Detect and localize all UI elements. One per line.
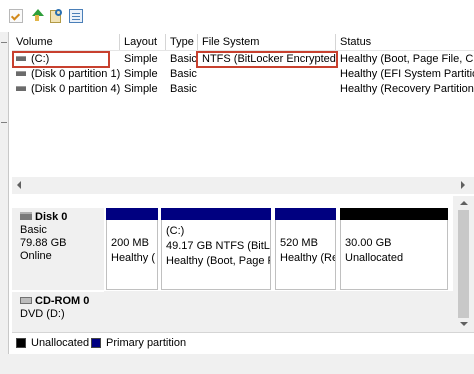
column-header-volume[interactable]: Volume bbox=[12, 34, 120, 50]
legend: Unallocated Primary partition bbox=[12, 332, 474, 354]
type-cell: Basic bbox=[170, 53, 197, 65]
legend-unallocated-label: Unallocated bbox=[31, 337, 90, 349]
volume-name: (Disk 0 partition 1) bbox=[31, 68, 120, 80]
volume-cell: (Disk 0 partition 4) bbox=[12, 82, 120, 97]
drive-icon bbox=[16, 85, 26, 91]
file-system-highlight-box bbox=[196, 51, 338, 68]
disk-name: Disk 0 bbox=[35, 211, 68, 223]
partition-status: Healthy (Boot, Page F bbox=[166, 255, 271, 267]
partition-details: 30.00 GB Unallocated bbox=[340, 220, 448, 290]
partition-status: Healthy ( bbox=[111, 252, 156, 264]
disk-management-window: Volume Layout Type File System Status (C… bbox=[0, 0, 474, 374]
column-header-layout[interactable]: Layout bbox=[120, 34, 166, 50]
hard-disk-icon bbox=[20, 212, 32, 221]
scroll-right-icon[interactable] bbox=[461, 181, 465, 189]
primary-partition-band bbox=[161, 208, 271, 220]
volume-cell: (Disk 0 partition 1) bbox=[12, 67, 120, 82]
partition-details: 200 MB Healthy ( bbox=[106, 220, 158, 290]
disk-type: DVD (D:) bbox=[20, 308, 65, 320]
legend-primary-label: Primary partition bbox=[106, 337, 187, 349]
status-cell: Healthy (Recovery Partition bbox=[340, 83, 474, 95]
unallocated-band bbox=[340, 208, 448, 220]
disk-size: 79.88 GB bbox=[20, 237, 67, 249]
unallocated-swatch bbox=[16, 338, 26, 348]
properties-icon[interactable] bbox=[69, 9, 83, 23]
primary-partition-swatch bbox=[91, 338, 101, 348]
partition-block[interactable]: 520 MB Healthy (Re bbox=[275, 208, 336, 290]
cdrom-area bbox=[104, 291, 462, 336]
navigation-pane-edge bbox=[0, 32, 9, 374]
partition-block[interactable]: (C:) 49.17 GB NTFS (BitLoc Healthy (Boot… bbox=[161, 208, 271, 290]
volume-list-header: Volume Layout Type File System Status bbox=[12, 34, 474, 51]
column-header-type[interactable]: Type bbox=[166, 34, 198, 50]
file-system-cell bbox=[198, 82, 336, 97]
volume-name: (Disk 0 partition 4) bbox=[31, 83, 120, 95]
partition-size: 200 MB bbox=[111, 237, 149, 249]
status-bar bbox=[0, 354, 474, 374]
volume-highlight-box bbox=[12, 51, 110, 68]
partition-drive-letter: (C:) bbox=[166, 225, 185, 237]
status-cell: Healthy (EFI System Partitic bbox=[340, 68, 474, 80]
type-cell: Basic bbox=[170, 68, 197, 80]
scroll-up-icon[interactable] bbox=[460, 201, 468, 205]
cd-drive-icon bbox=[20, 296, 32, 304]
search-page-icon[interactable] bbox=[50, 9, 64, 23]
file-system-cell bbox=[198, 67, 336, 82]
partition-size: 49.17 GB NTFS (BitLoc bbox=[166, 240, 271, 252]
scroll-left-icon[interactable] bbox=[17, 181, 21, 189]
primary-partition-band bbox=[275, 208, 336, 220]
partition-size: 30.00 GB bbox=[345, 237, 392, 249]
layout-cell: Simple bbox=[124, 53, 158, 65]
table-row[interactable]: (Disk 0 partition 4) Simple Basic Health… bbox=[12, 82, 474, 97]
partition-details: (C:) 49.17 GB NTFS (BitLoc Healthy (Boot… bbox=[161, 220, 271, 290]
column-header-status[interactable]: Status bbox=[336, 34, 474, 50]
disk-0-label[interactable]: Disk 0 Basic 79.88 GB Online bbox=[12, 208, 104, 290]
horizontal-scrollbar[interactable] bbox=[12, 177, 474, 194]
partition-size: 520 MB bbox=[280, 237, 318, 249]
vertical-scrollbar[interactable] bbox=[453, 196, 474, 332]
partition-status: Unallocated bbox=[345, 252, 404, 264]
drive-icon bbox=[16, 70, 26, 76]
layout-cell: Simple bbox=[124, 68, 158, 80]
table-row[interactable]: (Disk 0 partition 1) Simple Basic Health… bbox=[12, 67, 474, 82]
column-header-file-system[interactable]: File System bbox=[198, 34, 336, 50]
checklist-icon[interactable] bbox=[9, 9, 23, 23]
disk-name: CD-ROM 0 bbox=[35, 295, 90, 307]
layout-cell: Simple bbox=[124, 83, 158, 95]
primary-partition-band bbox=[106, 208, 158, 220]
scroll-down-icon[interactable] bbox=[460, 322, 468, 326]
type-cell: Basic bbox=[170, 83, 197, 95]
partition-block[interactable]: 30.00 GB Unallocated bbox=[340, 208, 448, 290]
disk-type: Basic bbox=[20, 224, 47, 236]
status-cell: Healthy (Boot, Page File, Cr bbox=[340, 53, 474, 65]
disk-state: Online bbox=[20, 250, 52, 262]
volume-list: Volume Layout Type File System Status (C… bbox=[12, 32, 474, 200]
up-folder-icon[interactable] bbox=[31, 9, 45, 23]
scroll-thumb[interactable] bbox=[458, 210, 469, 318]
partition-status: Healthy (Re bbox=[280, 252, 336, 264]
partition-block[interactable]: 200 MB Healthy ( bbox=[106, 208, 158, 290]
cdrom-0-label[interactable]: CD-ROM 0 DVD (D:) bbox=[12, 292, 104, 336]
partition-details: 520 MB Healthy (Re bbox=[275, 220, 336, 290]
toolbar bbox=[0, 0, 474, 32]
